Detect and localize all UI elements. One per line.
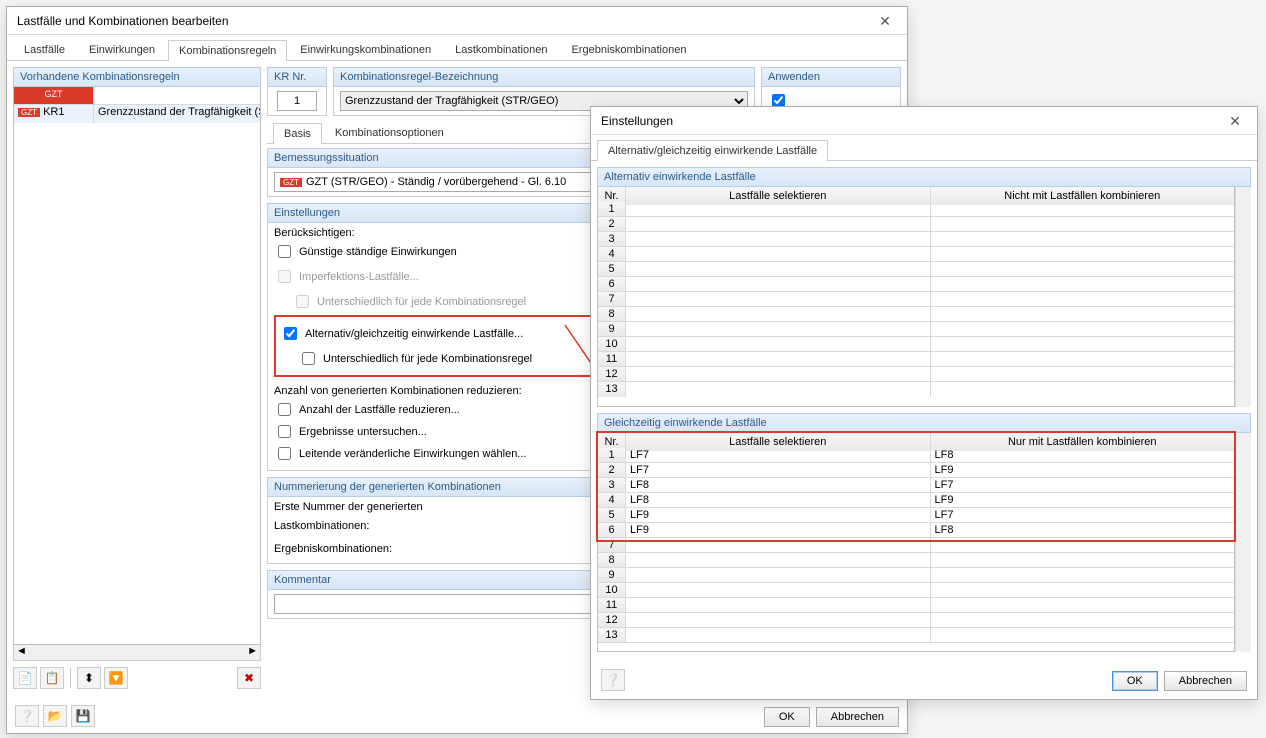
popup-titlebar: Einstellungen ✕: [591, 107, 1257, 135]
close-icon[interactable]: ✕: [1217, 109, 1253, 133]
tab-lastfälle[interactable]: Lastfälle: [13, 39, 76, 60]
chk-guenstige[interactable]: [278, 245, 291, 258]
table-row[interactable]: 11: [598, 598, 1234, 613]
chk-ergebnisse[interactable]: [278, 425, 291, 438]
chk-alternativ[interactable]: [284, 327, 297, 340]
bez-label: Kombinationsregel-Bezeichnung: [333, 67, 755, 87]
table-row[interactable]: 7: [598, 292, 1234, 307]
popup-title: Einstellungen: [601, 114, 673, 128]
table-row[interactable]: 11: [598, 352, 1234, 367]
tab-ergebniskombinationen[interactable]: Ergebniskombinationen: [560, 39, 697, 60]
scrollbar[interactable]: [1235, 433, 1251, 653]
copy-icon[interactable]: 📋: [40, 667, 64, 689]
help-icon[interactable]: ❔: [15, 705, 39, 727]
main-title: Lastfälle und Kombinationen bearbeiten: [17, 14, 229, 28]
table-row[interactable]: 10: [598, 337, 1234, 352]
num-ek-label: Ergebniskombinationen:: [274, 543, 392, 555]
alt-grid[interactable]: Nr.Lastfälle selektierenNicht mit Lastfä…: [597, 187, 1235, 407]
table-row[interactable]: 2LF7LF9: [598, 463, 1234, 478]
rule-badge: GZT: [14, 87, 94, 104]
tab-einwirkungen[interactable]: Einwirkungen: [78, 39, 166, 60]
anwenden-label: Anwenden: [761, 67, 901, 87]
cancel-button[interactable]: Abbrechen: [816, 707, 899, 727]
table-row[interactable]: 4: [598, 247, 1234, 262]
table-row[interactable]: 5LF9LF7: [598, 508, 1234, 523]
tab-lastkombinationen[interactable]: Lastkombinationen: [444, 39, 558, 60]
table-row[interactable]: 8: [598, 307, 1234, 322]
rules-list[interactable]: GZT GZT KR1 Grenzzustand der Tragfähigke…: [13, 87, 261, 645]
krnr-label: KR Nr.: [267, 67, 327, 87]
gl-head: Gleichzeitig einwirkende Lastfälle: [597, 413, 1251, 433]
tab-kombinationsregeln[interactable]: Kombinationsregeln: [168, 40, 287, 61]
table-row[interactable]: 9: [598, 322, 1234, 337]
table-row[interactable]: 4LF8LF9: [598, 493, 1234, 508]
chk-anzahl[interactable]: [278, 403, 291, 416]
tab-einwirkungskombinationen[interactable]: Einwirkungskombinationen: [289, 39, 442, 60]
subtab-basis[interactable]: Basis: [273, 123, 322, 144]
sort-icon[interactable]: ⬍: [77, 667, 101, 689]
num-lk-label: Lastkombinationen:: [274, 520, 369, 532]
gzt-badge-2: GZT: [280, 178, 302, 187]
scroll-left-icon[interactable]: ◄: [16, 645, 27, 660]
scrollbar[interactable]: [1235, 187, 1251, 407]
left-header: Vorhandene Kombinationsregeln: [13, 67, 261, 87]
scroll-right-icon[interactable]: ►: [247, 645, 258, 660]
main-tabstrip: LastfälleEinwirkungenKombinationsregelnE…: [7, 39, 907, 61]
table-row[interactable]: 1LF7LF8: [598, 448, 1234, 463]
filter-icon[interactable]: 🔽: [104, 667, 128, 689]
chk-imperfektion: [278, 270, 291, 283]
table-row[interactable]: 7: [598, 538, 1234, 553]
close-icon[interactable]: ✕: [867, 9, 903, 33]
main-titlebar: Lastfälle und Kombinationen bearbeiten ✕: [7, 7, 907, 35]
save-icon[interactable]: 💾: [71, 705, 95, 727]
alt-head: Alternativ einwirkende Lastfälle: [597, 167, 1251, 187]
ok-button[interactable]: OK: [764, 707, 810, 727]
table-row[interactable]: 5: [598, 262, 1234, 277]
table-row[interactable]: 8: [598, 553, 1234, 568]
table-row[interactable]: 12: [598, 367, 1234, 382]
table-row[interactable]: 2: [598, 217, 1234, 232]
table-row[interactable]: 6LF9LF8: [598, 523, 1234, 538]
rule-desc: Grenzzustand der Tragfähigkeit (STR: [94, 105, 260, 123]
table-row[interactable]: 3: [598, 232, 1234, 247]
table-row[interactable]: 13: [598, 382, 1234, 397]
popup-tab[interactable]: Alternativ/gleichzeitig einwirkende Last…: [597, 140, 828, 161]
table-row[interactable]: 13: [598, 628, 1234, 643]
bs-text: GZT (STR/GEO) - Ständig / vorübergehend …: [306, 176, 566, 188]
subtab-kombinationsoptionen[interactable]: Kombinationsoptionen: [324, 122, 455, 143]
ok-button[interactable]: OK: [1112, 671, 1158, 691]
table-row[interactable]: 6: [598, 277, 1234, 292]
gzt-badge: GZT: [18, 108, 40, 117]
chk-unt2[interactable]: [302, 352, 315, 365]
chk-unt1: [296, 295, 309, 308]
help-icon[interactable]: ❔: [601, 669, 625, 691]
gl-grid[interactable]: Nr.Lastfälle selektierenNur mit Lastfäll…: [597, 433, 1235, 653]
table-row[interactable]: 3LF8LF7: [598, 478, 1234, 493]
new-icon[interactable]: 📄: [13, 667, 37, 689]
cancel-button[interactable]: Abbrechen: [1164, 671, 1247, 691]
chk-leitende[interactable]: [278, 447, 291, 460]
table-row[interactable]: 10: [598, 583, 1234, 598]
rule-code: KR1: [43, 106, 64, 118]
table-row[interactable]: 12: [598, 613, 1234, 628]
popup-tabstrip: Alternativ/gleichzeitig einwirkende Last…: [591, 139, 1257, 161]
table-row[interactable]: 9: [598, 568, 1234, 583]
delete-icon[interactable]: ✖: [237, 667, 261, 689]
open-icon[interactable]: 📂: [43, 705, 67, 727]
settings-dialog: Einstellungen ✕ Alternativ/gleichzeitig …: [590, 106, 1258, 700]
krnr-input[interactable]: [277, 91, 317, 111]
table-row[interactable]: 1: [598, 202, 1234, 217]
